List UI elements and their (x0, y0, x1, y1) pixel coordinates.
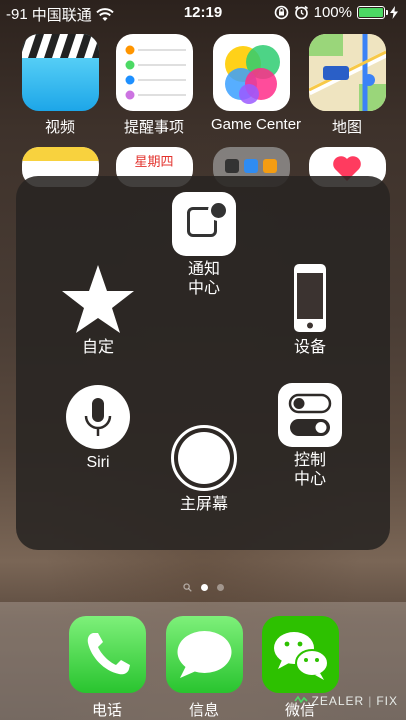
app-label: 提醒事项 (123, 119, 184, 136)
dock-label: 电话 (91, 702, 122, 719)
dock-label: 信息 (188, 702, 219, 719)
device-icon (292, 262, 328, 334)
zealer-watermark: ZEALER | FIX (293, 694, 398, 708)
app-maps[interactable]: 地图 (307, 34, 387, 137)
home-label: 主屏幕 (179, 496, 228, 513)
siri-label: Siri (86, 454, 110, 471)
device-button[interactable]: 设备 (260, 262, 360, 357)
control-center-button[interactable]: 控制 中心 (260, 383, 360, 489)
toggle-switches-icon (278, 383, 342, 447)
app-reminders[interactable]: 提醒事项 (114, 34, 194, 137)
notification-center-button[interactable]: 通知 中心 (154, 192, 254, 298)
charging-icon (390, 6, 398, 19)
video-icon (21, 34, 99, 111)
dock-app-messages[interactable]: 信息 (164, 616, 244, 720)
control-center-label: 控制 中心 (293, 452, 326, 488)
battery-percent: 100% (313, 4, 352, 21)
page-dot (216, 584, 224, 591)
app-videos[interactable]: 视频 (20, 34, 100, 137)
phone-icon (68, 616, 146, 693)
notification-center-label: 通知 中心 (187, 261, 220, 297)
alarm-icon (294, 5, 308, 20)
home-circle-icon (171, 425, 237, 491)
wechat-icon (261, 616, 339, 693)
battery-icon (357, 6, 388, 19)
messages-icon (165, 616, 243, 693)
microphone-icon (66, 385, 130, 449)
device-label: 设备 (293, 339, 326, 356)
game-center-icon (212, 34, 290, 111)
custom-label: 自定 (81, 339, 114, 356)
notification-center-icon (172, 192, 236, 256)
dock-app-phone[interactable]: 电话 (67, 616, 147, 720)
watermark-left: ZEALER (311, 694, 365, 708)
star-icon (60, 262, 136, 334)
page-indicator[interactable] (0, 583, 406, 592)
watermark-right: FIX (376, 694, 398, 708)
reminders-icon (115, 34, 193, 111)
home-button[interactable]: 主屏幕 (154, 425, 254, 514)
custom-button[interactable]: 自定 (48, 262, 148, 357)
rotation-lock-icon (274, 5, 288, 20)
maps-icon (308, 34, 386, 111)
app-label: 地图 (331, 119, 362, 136)
search-icon (182, 583, 192, 592)
siri-button[interactable]: Siri (48, 385, 148, 472)
zealer-logo-icon (293, 695, 308, 704)
app-game-center[interactable]: Game Center (211, 34, 302, 133)
app-label: 视频 (44, 119, 75, 136)
status-bar: -91 中国联通 12:19 100% (0, 0, 406, 26)
page-dot-active (200, 584, 208, 591)
app-label: Game Center (211, 116, 302, 133)
calendar-weekday: 星期四 (134, 154, 174, 169)
